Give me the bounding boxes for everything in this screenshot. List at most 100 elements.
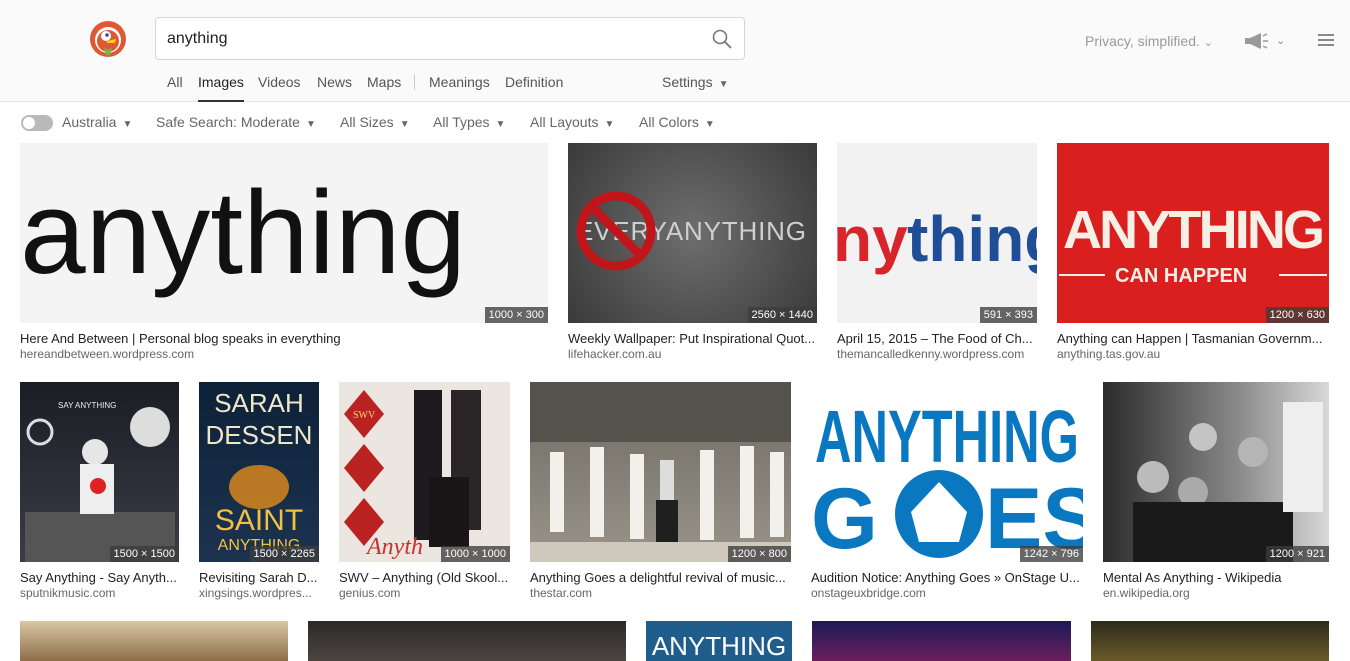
result-source[interactable]: sputnikmusic.com — [20, 586, 179, 600]
privacy-tagline[interactable]: Privacy, simplified. ⌄ — [1085, 33, 1213, 49]
thumb-text-a: ny — [837, 203, 908, 275]
layout-filter[interactable]: All Layouts ▼ — [530, 114, 614, 130]
image-dimensions: 1500 × 2265 — [249, 546, 319, 562]
thumb-text-b: Anyth — [365, 534, 423, 560]
result-source[interactable]: themancalledkenny.wordpress.com — [837, 347, 1037, 361]
image-dimensions: 1200 × 800 — [727, 546, 791, 562]
result-thumbnail[interactable]: SARAH DESSEN SAINT ANYTHING 1500 × 2265 — [199, 382, 319, 562]
toggle-knob — [23, 117, 35, 129]
menu-icon[interactable] — [1318, 33, 1334, 47]
chevron-down-icon: ▼ — [718, 79, 729, 90]
result-source[interactable]: onstageuxbridge.com — [811, 586, 1083, 600]
image-dimensions: 2560 × 1440 — [747, 307, 817, 323]
result-source[interactable]: lifehacker.com.au — [568, 347, 817, 361]
tab-videos[interactable]: Videos — [258, 74, 301, 90]
region-filter[interactable]: Australia ▼ — [62, 114, 132, 130]
thumb-text: anything — [20, 167, 466, 299]
result-title[interactable]: Revisiting Sarah D... — [199, 570, 319, 585]
megaphone-icon[interactable] — [1243, 32, 1269, 50]
result-source[interactable]: hereandbetween.wordpress.com — [20, 347, 548, 361]
result-title[interactable]: SWV – Anything (Old Skool... — [339, 570, 510, 585]
result-source[interactable]: anything.tas.gov.au — [1057, 347, 1329, 361]
thumb-art: anything — [20, 167, 466, 299]
image-dimensions: 1000 × 300 — [484, 307, 548, 323]
type-filter[interactable]: All Types ▼ — [433, 114, 505, 130]
result-thumbnail[interactable]: ANYTHING G ES 1242 × 796 — [811, 382, 1083, 562]
thumb-art — [530, 382, 791, 562]
result-title[interactable]: Anything can Happen | Tasmanian Governm.… — [1057, 331, 1329, 346]
thumb-text-c: SAINT — [215, 504, 303, 537]
result-source[interactable]: en.wikipedia.org — [1103, 586, 1329, 600]
result-title[interactable]: Here And Between | Personal blog speaks … — [20, 331, 548, 346]
color-label: All Colors — [639, 114, 699, 130]
result-source[interactable]: genius.com — [339, 586, 510, 600]
size-label: All Sizes — [340, 114, 394, 130]
result-thumbnail[interactable]: SWV Anyth 1000 × 1000 — [339, 382, 510, 562]
result-title[interactable]: Anything Goes a delightful revival of mu… — [530, 570, 791, 585]
thumb-text-b: CAN HAPPEN — [1115, 265, 1247, 287]
duckduckgo-logo-icon[interactable] — [90, 21, 126, 57]
size-filter[interactable]: All Sizes ▼ — [340, 114, 410, 130]
result-title[interactable]: Mental As Anything - Wikipedia — [1103, 570, 1329, 585]
thumb-text-b: DESSEN — [206, 420, 313, 450]
region-toggle[interactable] — [21, 115, 53, 131]
settings-dropdown[interactable]: Settings ▼ — [662, 74, 729, 90]
thumb-text-b: G — [811, 471, 878, 562]
result-thumbnail[interactable] — [812, 621, 1071, 661]
result-title[interactable]: Audition Notice: Anything Goes » OnStage… — [811, 570, 1083, 585]
chevron-down-icon: ▼ — [399, 119, 410, 130]
type-label: All Types — [433, 114, 490, 130]
tab-definition[interactable]: Definition — [505, 74, 563, 90]
search-input[interactable] — [167, 18, 687, 59]
result-thumbnail[interactable]: anything 1000 × 300 — [20, 143, 548, 323]
layout-label: All Layouts — [530, 114, 599, 130]
image-dimensions: 1200 × 921 — [1265, 546, 1329, 562]
tab-divider — [414, 74, 415, 90]
result-thumbnail[interactable]: 1200 × 921 — [1103, 382, 1329, 562]
result-thumbnail[interactable] — [1091, 621, 1329, 661]
chevron-down-icon: ⌄ — [1203, 37, 1213, 49]
search-icon[interactable] — [712, 29, 732, 49]
tab-meanings[interactable]: Meanings — [429, 74, 490, 90]
tab-news[interactable]: News — [317, 74, 352, 90]
safe-search-filter[interactable]: Safe Search: Moderate ▼ — [156, 114, 316, 130]
result-source[interactable]: xingsings.wordpres... — [199, 586, 319, 600]
image-dimensions: 1000 × 1000 — [440, 546, 510, 562]
result-thumbnail[interactable]: SAY ANYTHING 1500 × 1500 — [20, 382, 179, 562]
thumb-art: SAY ANYTHING — [25, 401, 175, 562]
thumb-art: ANYTHING — [652, 631, 786, 661]
result-thumbnail[interactable]: 1200 × 800 — [530, 382, 791, 562]
result-thumbnail[interactable]: ANYTHING — [646, 621, 792, 661]
header: All Images Videos News Maps Meanings Def… — [0, 0, 1350, 102]
result-thumbnail[interactable]: ny thing 591 × 393 — [837, 143, 1037, 323]
thumb-text-a: ANYTHING — [1063, 200, 1325, 260]
result-source[interactable]: thestar.com — [530, 586, 791, 600]
image-dimensions: 591 × 393 — [979, 307, 1037, 323]
result-thumbnail[interactable] — [308, 621, 626, 661]
region-label: Australia — [62, 114, 117, 130]
tab-maps[interactable]: Maps — [367, 74, 401, 90]
tab-images[interactable]: Images — [198, 74, 244, 102]
thumb-art: ny thing — [837, 203, 1037, 275]
tagline-text: Privacy, simplified. — [1085, 33, 1200, 49]
result-title[interactable]: April 15, 2015 – The Food of Ch... — [837, 331, 1037, 346]
result-title[interactable]: Weekly Wallpaper: Put Inspirational Quot… — [568, 331, 817, 346]
chevron-down-icon: ▼ — [604, 119, 615, 130]
thumb-art: EVERYANYTHING — [576, 191, 806, 271]
tab-all[interactable]: All — [167, 74, 183, 90]
result-thumbnail[interactable]: EVERYANYTHING 2560 × 1440 — [568, 143, 817, 323]
thumb-text: SAY ANYTHING — [58, 401, 116, 410]
color-filter[interactable]: All Colors ▼ — [639, 114, 715, 130]
result-thumbnail[interactable] — [20, 621, 288, 661]
thumb-text-a: ANYTHING — [815, 395, 1079, 478]
settings-label: Settings — [662, 74, 713, 90]
chevron-down-icon: ▼ — [704, 119, 715, 130]
thumb-text-b: thing — [907, 203, 1037, 275]
result-title[interactable]: Say Anything - Say Anyth... — [20, 570, 179, 585]
result-thumbnail[interactable]: ANYTHING CAN HAPPEN 1200 × 630 — [1057, 143, 1329, 323]
chevron-down-icon[interactable]: ⌄ — [1276, 34, 1285, 47]
thumb-art — [1133, 402, 1323, 562]
image-dimensions: 1500 × 1500 — [109, 546, 179, 562]
filter-bar: Australia ▼ Safe Search: Moderate ▼ All Si… — [0, 102, 1350, 142]
chevron-down-icon: ▼ — [122, 119, 133, 130]
